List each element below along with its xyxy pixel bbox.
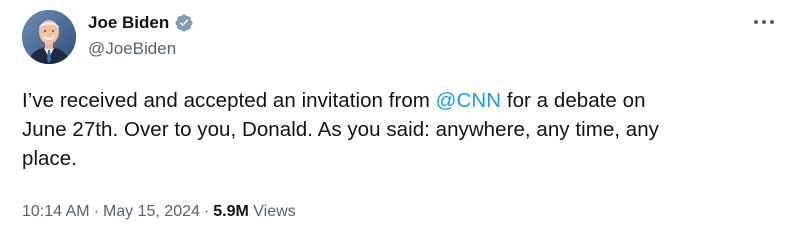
tweet-time[interactable]: 10:14 AM xyxy=(22,203,90,220)
tweet-text-line-3: place. xyxy=(22,147,78,170)
tweet-date[interactable]: May 15, 2024 xyxy=(103,203,200,220)
views-label: Views xyxy=(253,203,296,220)
tweet-text-line-1: I’ve received and accepted an invitation… xyxy=(22,86,762,115)
tweet-metadata: 10:14 AM · May 15, 2024 · 5.9M Views xyxy=(22,201,296,223)
separator-dot: · xyxy=(203,203,210,220)
display-name[interactable]: Joe Biden xyxy=(88,12,169,34)
separator-dot: · xyxy=(93,203,99,220)
tweet-card: Joe Biden @JoeBiden I’ve received and ac… xyxy=(0,0,800,243)
tweet-text-line-2: June 27th. Over to you, Donald. As you s… xyxy=(22,118,659,141)
tweet-text-segment: for a debate on xyxy=(501,89,646,112)
ellipsis-icon xyxy=(754,20,774,24)
views-count: 5.9M xyxy=(213,203,249,220)
mention-link[interactable]: @CNN xyxy=(436,89,501,112)
verified-badge-icon xyxy=(174,13,194,33)
user-handle[interactable]: @JoeBiden xyxy=(88,38,194,60)
name-row: Joe Biden xyxy=(88,12,194,34)
avatar[interactable] xyxy=(22,10,76,64)
tweet-text-segment: I’ve received and accepted an invitation… xyxy=(22,89,436,112)
more-options-button[interactable] xyxy=(750,8,778,36)
profile-photo-icon xyxy=(22,10,76,64)
tweet-text: I’ve received and accepted an invitation… xyxy=(22,86,762,173)
author-block: Joe Biden @JoeBiden xyxy=(88,12,194,60)
